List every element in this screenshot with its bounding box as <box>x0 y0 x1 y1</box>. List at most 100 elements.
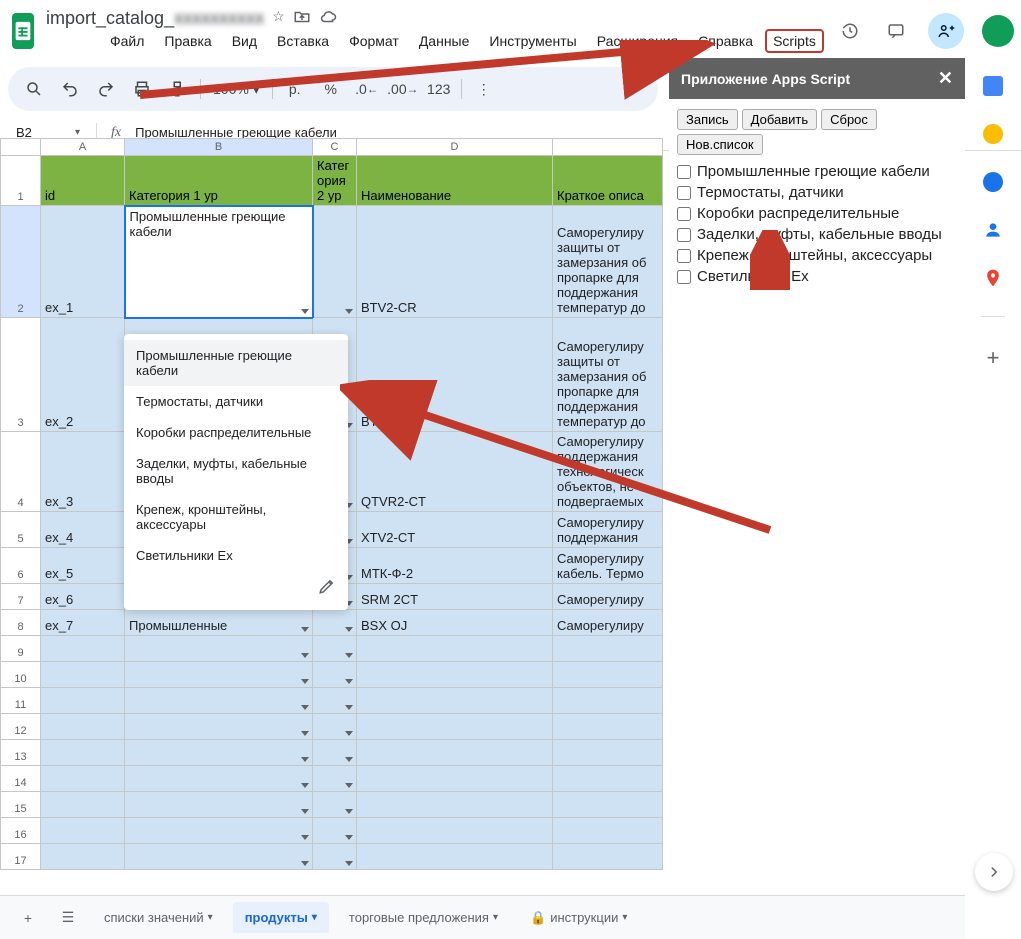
row-header-1[interactable]: 1 <box>1 156 41 206</box>
currency-button[interactable]: р. <box>281 75 309 103</box>
dropdown-arrow-icon[interactable] <box>301 309 309 314</box>
cell-D3[interactable]: BTV2-CT <box>357 318 553 432</box>
row-header-12[interactable]: 12 <box>1 714 41 740</box>
cell-D1[interactable]: Наименование <box>357 156 553 206</box>
sheet-tab[interactable]: списки значений▾ <box>92 902 225 933</box>
dropdown-item[interactable]: Крепеж, кронштейны, аксессуары <box>124 494 348 540</box>
cell-E4[interactable]: Саморегулиру поддержания технологическ о… <box>553 432 663 512</box>
sheet-tab[interactable]: продукты▾ <box>233 902 329 933</box>
dropdown-item[interactable]: Коробки распределительные <box>124 417 348 448</box>
panel-btn-reset[interactable]: Сброс <box>821 109 877 130</box>
row-header-2[interactable]: 2 <box>1 206 41 318</box>
menu-extensions[interactable]: Расширения <box>589 29 686 53</box>
row-header-11[interactable]: 11 <box>1 688 41 714</box>
col-header-A[interactable]: A <box>41 139 125 156</box>
star-icon[interactable]: ☆ <box>272 8 285 29</box>
panel-checkbox-item[interactable]: Заделки, муфты, кабельные вводы <box>677 226 957 243</box>
sheet-tab[interactable]: торговые предложения▾ <box>337 902 510 933</box>
cell-A1[interactable]: id <box>41 156 125 206</box>
document-title[interactable]: import_catalog_xxxxxxxxxx <box>46 8 264 29</box>
maps-icon[interactable] <box>983 268 1003 288</box>
move-folder-icon[interactable] <box>293 8 311 29</box>
menu-file[interactable]: Файл <box>102 29 152 53</box>
cell-B9[interactable] <box>125 636 313 662</box>
row-header-7[interactable]: 7 <box>1 584 41 610</box>
redo-icon[interactable] <box>92 75 120 103</box>
dropdown-item[interactable]: Заделки, муфты, кабельные вводы <box>124 448 348 494</box>
menu-format[interactable]: Формат <box>341 29 407 53</box>
dec-decimal-icon[interactable]: .0← <box>353 75 381 103</box>
percent-button[interactable]: % <box>317 75 345 103</box>
cell-D6[interactable]: МТК-Ф-2 <box>357 548 553 584</box>
cell-E8[interactable]: Саморегулиру <box>553 610 663 636</box>
close-icon[interactable]: ✕ <box>938 68 953 89</box>
cell-A3[interactable]: ex_2 <box>41 318 125 432</box>
cell-D5[interactable]: XTV2-CT <box>357 512 553 548</box>
menu-tools[interactable]: Инструменты <box>481 29 584 53</box>
cloud-status-icon[interactable] <box>319 8 337 29</box>
all-sheets-button[interactable]: ☰ <box>52 902 84 934</box>
add-sheet-button[interactable]: + <box>12 902 44 934</box>
row-header-14[interactable]: 14 <box>1 766 41 792</box>
row-header-4[interactable]: 4 <box>1 432 41 512</box>
user-avatar[interactable] <box>982 15 1014 47</box>
cell-E6[interactable]: Саморегулиру кабель. Термо <box>553 548 663 584</box>
col-header-C[interactable]: C <box>313 139 357 156</box>
panel-checkbox-item[interactable]: Светильники Ex <box>677 268 957 285</box>
dropdown-item[interactable]: Светильники Ex <box>124 540 348 571</box>
row-header-9[interactable]: 9 <box>1 636 41 662</box>
menu-edit[interactable]: Правка <box>156 29 219 53</box>
keep-icon[interactable] <box>983 124 1003 144</box>
panel-btn-newlist[interactable]: Нов.список <box>677 134 763 155</box>
contacts-icon[interactable] <box>983 220 1003 240</box>
cell-A2[interactable]: ex_1 <box>41 206 125 318</box>
cell-D9[interactable] <box>357 636 553 662</box>
panel-btn-record[interactable]: Запись <box>677 109 738 130</box>
cell-B2[interactable]: Промышленные греющие кабели <box>125 206 313 318</box>
explore-button[interactable] <box>975 853 1013 891</box>
cell-D4[interactable]: QTVR2-CT <box>357 432 553 512</box>
col-header-E[interactable] <box>553 139 663 156</box>
dropdown-edit-icon[interactable] <box>124 571 348 604</box>
cell-E7[interactable]: Саморегулиру <box>553 584 663 610</box>
row-header-13[interactable]: 13 <box>1 740 41 766</box>
row-header-15[interactable]: 15 <box>1 792 41 818</box>
history-icon[interactable] <box>836 17 864 45</box>
menu-help[interactable]: Справка <box>690 29 761 53</box>
col-header-B[interactable]: B <box>125 139 313 156</box>
inc-decimal-icon[interactable]: .00→ <box>389 75 417 103</box>
row-header-5[interactable]: 5 <box>1 512 41 548</box>
cell-A6[interactable]: ex_5 <box>41 548 125 584</box>
calendar-icon[interactable] <box>983 76 1003 96</box>
number-format-button[interactable]: 123 <box>425 75 453 103</box>
cell-D2[interactable]: BTV2-CR <box>357 206 553 318</box>
zoom-selector[interactable]: 100% ▾ <box>209 81 264 98</box>
menu-insert[interactable]: Вставка <box>269 29 337 53</box>
cell-D8[interactable]: BSX OJ <box>357 610 553 636</box>
comments-icon[interactable] <box>882 17 910 45</box>
row-header-6[interactable]: 6 <box>1 548 41 584</box>
cell-C2[interactable] <box>313 206 357 318</box>
cell-E3[interactable]: Саморегулиру защиты от замерзания об про… <box>553 318 663 432</box>
cell-A9[interactable] <box>41 636 125 662</box>
cell-E1[interactable]: Краткое описа <box>553 156 663 206</box>
menu-view[interactable]: Вид <box>224 29 265 53</box>
cell-E9[interactable] <box>553 636 663 662</box>
select-all-corner[interactable] <box>1 139 41 156</box>
cell-A4[interactable]: ex_3 <box>41 432 125 512</box>
panel-btn-add[interactable]: Добавить <box>742 109 817 130</box>
cell-A7[interactable]: ex_6 <box>41 584 125 610</box>
cell-A5[interactable]: ex_4 <box>41 512 125 548</box>
row-header-3[interactable]: 3 <box>1 318 41 432</box>
cell-E5[interactable]: Саморегулиру поддержания <box>553 512 663 548</box>
paint-format-icon[interactable] <box>164 75 192 103</box>
panel-checkbox-item[interactable]: Промышленные греющие кабели <box>677 163 957 180</box>
search-icon[interactable] <box>20 75 48 103</box>
row-header-16[interactable]: 16 <box>1 818 41 844</box>
row-header-10[interactable]: 10 <box>1 662 41 688</box>
col-header-D[interactable]: D <box>357 139 553 156</box>
cell-C9[interactable] <box>313 636 357 662</box>
dropdown-item[interactable]: Промышленные греющие кабели <box>124 340 348 386</box>
print-icon[interactable] <box>128 75 156 103</box>
cell-E2[interactable]: Саморегулиру защиты от замерзания об про… <box>553 206 663 318</box>
